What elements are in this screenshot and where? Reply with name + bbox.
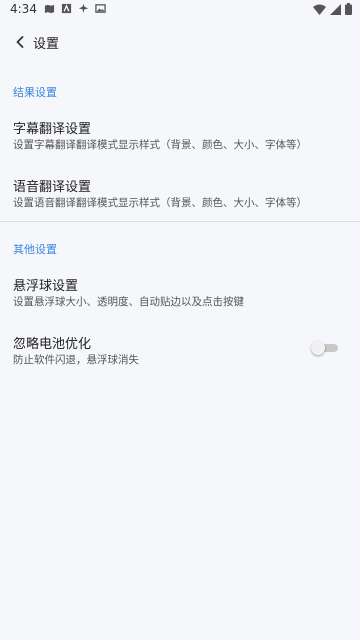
setting-title: 悬浮球设置 (13, 279, 79, 294)
section-divider (0, 221, 360, 222)
back-button[interactable] (8, 30, 32, 54)
signal-icon (330, 3, 341, 15)
chevron-left-icon (16, 36, 24, 48)
section-header-other: 其他设置 (13, 243, 57, 256)
notification-icons (44, 3, 106, 14)
status-bar: 4:34 (0, 0, 360, 20)
setting-title: 忽略电池优化 (13, 337, 92, 352)
toggle-thumb (311, 341, 325, 355)
bird-icon (78, 3, 89, 14)
setting-title: 语音翻译设置 (13, 180, 92, 195)
setting-voice-translation[interactable]: 语音翻译设置 设置语音翻译翻译模式显示样式（背景、颜色、大小、字体等） (0, 176, 360, 214)
map-icon (44, 4, 55, 14)
setting-subtitle-translation[interactable]: 字幕翻译设置 设置字幕翻译翻译模式显示样式（背景、颜色、大小、字体等） (0, 118, 360, 156)
app-icon (61, 3, 72, 14)
setting-title: 字幕翻译设置 (13, 122, 92, 137)
wifi-icon (313, 4, 326, 15)
system-icons (313, 3, 352, 15)
setting-description: 设置悬浮球大小、透明度、自动贴边以及点击按键 (13, 296, 244, 308)
app-bar: 设置 (0, 24, 360, 62)
battery-optimization-toggle[interactable] (311, 341, 338, 355)
setting-description: 防止软件闪退，悬浮球消失 (13, 354, 139, 366)
page-title: 设置 (33, 37, 60, 52)
status-time: 4:34 (10, 2, 37, 16)
setting-description: 设置语音翻译翻译模式显示样式（背景、颜色、大小、字体等） (13, 197, 307, 209)
setting-ignore-battery-optimization[interactable]: 忽略电池优化 防止软件闪退，悬浮球消失 (0, 333, 360, 371)
setting-floating-ball[interactable]: 悬浮球设置 设置悬浮球大小、透明度、自动贴边以及点击按键 (0, 275, 360, 313)
setting-description: 设置字幕翻译翻译模式显示样式（背景、颜色、大小、字体等） (13, 139, 307, 151)
section-header-result: 结果设置 (13, 86, 57, 99)
photo-icon (95, 4, 106, 13)
battery-icon (345, 3, 352, 15)
